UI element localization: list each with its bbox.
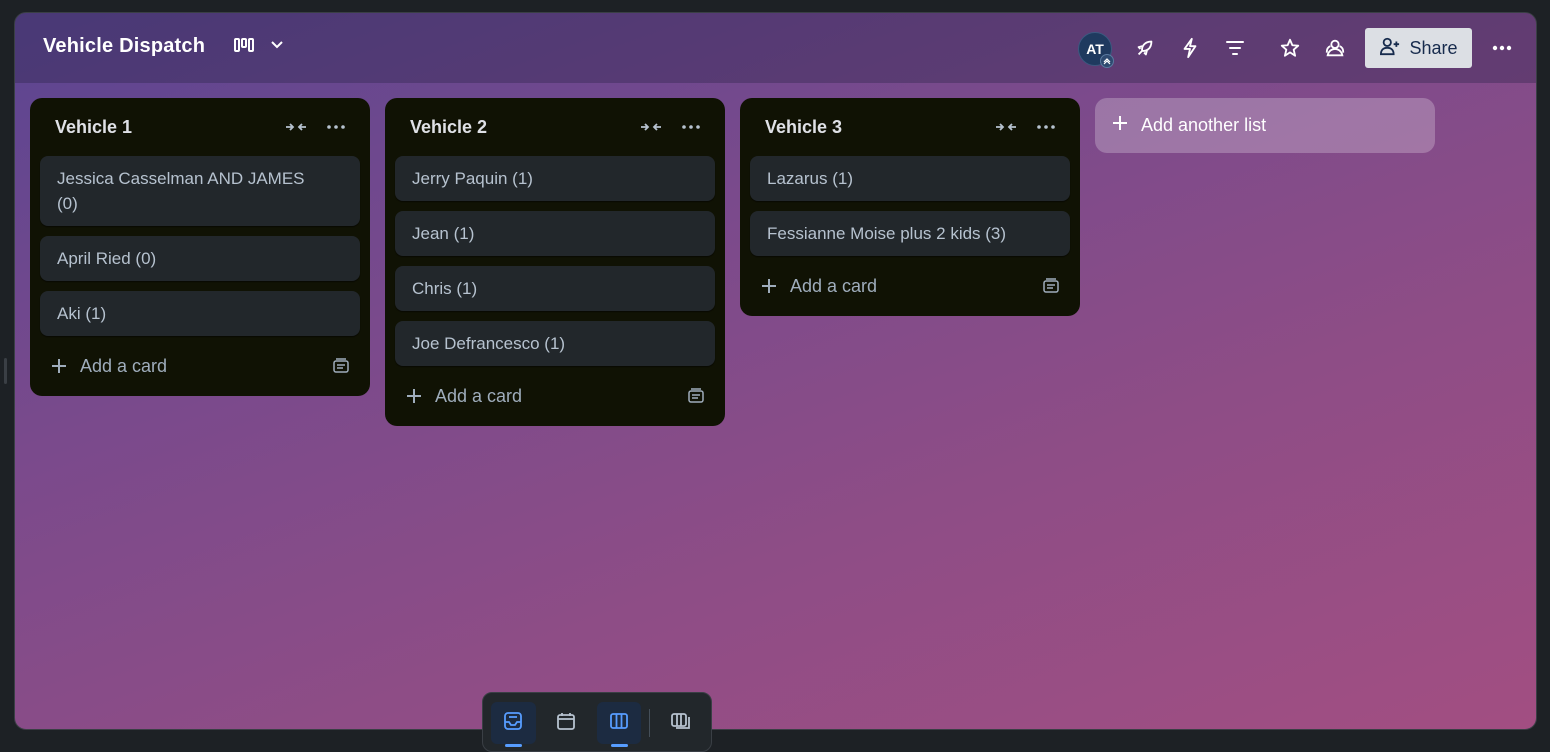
view-switcher-bar — [482, 692, 712, 752]
more-options-icon[interactable] — [1486, 32, 1518, 64]
plus-icon — [1111, 114, 1129, 137]
board-button[interactable] — [596, 702, 642, 747]
card[interactable]: Joe Defrancesco (1) — [395, 321, 715, 366]
card[interactable]: Jean (1) — [395, 211, 715, 256]
plus-icon — [760, 277, 778, 295]
list-menu-icon[interactable] — [677, 113, 705, 146]
switch-boards-icon — [670, 711, 692, 736]
add-card-label: Add a card — [790, 275, 878, 296]
add-card-label: Add a card — [80, 355, 168, 376]
list-vehicle-3[interactable]: Vehicle 3 Lazarus (1) Fessianne Moise pl… — [740, 98, 1080, 316]
card-template-icon[interactable] — [332, 357, 350, 380]
card[interactable]: Lazarus (1) — [750, 156, 1070, 201]
divider — [649, 709, 651, 737]
star-icon[interactable] — [1274, 32, 1306, 64]
plus-icon — [405, 387, 423, 405]
list-vehicle-2[interactable]: Vehicle 2 Jerry Paquin (1) Jean (1) Chri… — [385, 98, 725, 426]
add-card-button[interactable]: Add a card — [395, 376, 715, 416]
add-card-button[interactable]: Add a card — [40, 346, 360, 386]
avatar-initials: AT — [1086, 41, 1104, 57]
sidebar-resize-handle[interactable] — [4, 358, 7, 384]
calendar-icon — [556, 711, 576, 736]
list-menu-icon[interactable] — [322, 113, 350, 146]
collapse-list-icon[interactable] — [992, 113, 1020, 146]
board-view-icon — [233, 37, 255, 58]
add-card-label: Add a card — [435, 385, 523, 406]
inbox-icon — [503, 711, 523, 736]
avatar[interactable]: AT — [1078, 32, 1114, 68]
list-header: Vehicle 1 — [40, 98, 360, 156]
card-template-icon[interactable] — [687, 387, 705, 410]
planner-button[interactable] — [544, 702, 589, 744]
inbox-button[interactable] — [491, 702, 536, 747]
share-label: Share — [1409, 37, 1458, 58]
card[interactable]: Chris (1) — [395, 266, 715, 311]
filter-icon[interactable] — [1219, 32, 1251, 64]
add-card-button[interactable]: Add a card — [750, 266, 1070, 306]
board-icon — [609, 711, 629, 736]
list-menu-icon[interactable] — [1032, 113, 1060, 146]
workspace-visibility-icon[interactable] — [1319, 32, 1351, 64]
card[interactable]: Jessica Casselman AND JAMES (0) — [40, 156, 360, 226]
switch-boards-button[interactable] — [658, 702, 703, 744]
add-person-icon — [1379, 36, 1401, 61]
list-header: Vehicle 3 — [750, 98, 1070, 156]
share-button[interactable]: Share — [1365, 28, 1472, 68]
list-header: Vehicle 2 — [395, 98, 715, 156]
card[interactable]: Aki (1) — [40, 291, 360, 336]
chevron-down-icon[interactable] — [269, 37, 285, 58]
list-title[interactable]: Vehicle 3 — [765, 117, 842, 138]
list-vehicle-1[interactable]: Vehicle 1 Jessica Casselman AND JAMES (0… — [30, 98, 370, 396]
list-title[interactable]: Vehicle 2 — [410, 117, 487, 138]
card[interactable]: Fessianne Moise plus 2 kids (3) — [750, 211, 1070, 256]
card-template-icon[interactable] — [1042, 277, 1060, 300]
card[interactable]: Jerry Paquin (1) — [395, 156, 715, 201]
board-title[interactable]: Vehicle Dispatch — [43, 35, 205, 58]
list-title[interactable]: Vehicle 1 — [55, 117, 132, 138]
power-ups-icon[interactable] — [1129, 32, 1161, 64]
admin-badge-icon — [1100, 54, 1114, 68]
board-header: Vehicle Dispatch AT Share — [15, 13, 1536, 83]
collapse-list-icon[interactable] — [282, 113, 310, 146]
board-view-switcher[interactable] — [233, 37, 285, 58]
board: Vehicle Dispatch AT Share Vehicle 1 Jess… — [14, 12, 1537, 730]
add-list-label: Add another list — [1141, 115, 1267, 135]
add-another-list-button[interactable]: Add another list — [1095, 98, 1435, 153]
plus-icon — [50, 357, 68, 375]
automation-icon[interactable] — [1174, 32, 1206, 64]
card[interactable]: April Ried (0) — [40, 236, 360, 281]
collapse-list-icon[interactable] — [637, 113, 665, 146]
